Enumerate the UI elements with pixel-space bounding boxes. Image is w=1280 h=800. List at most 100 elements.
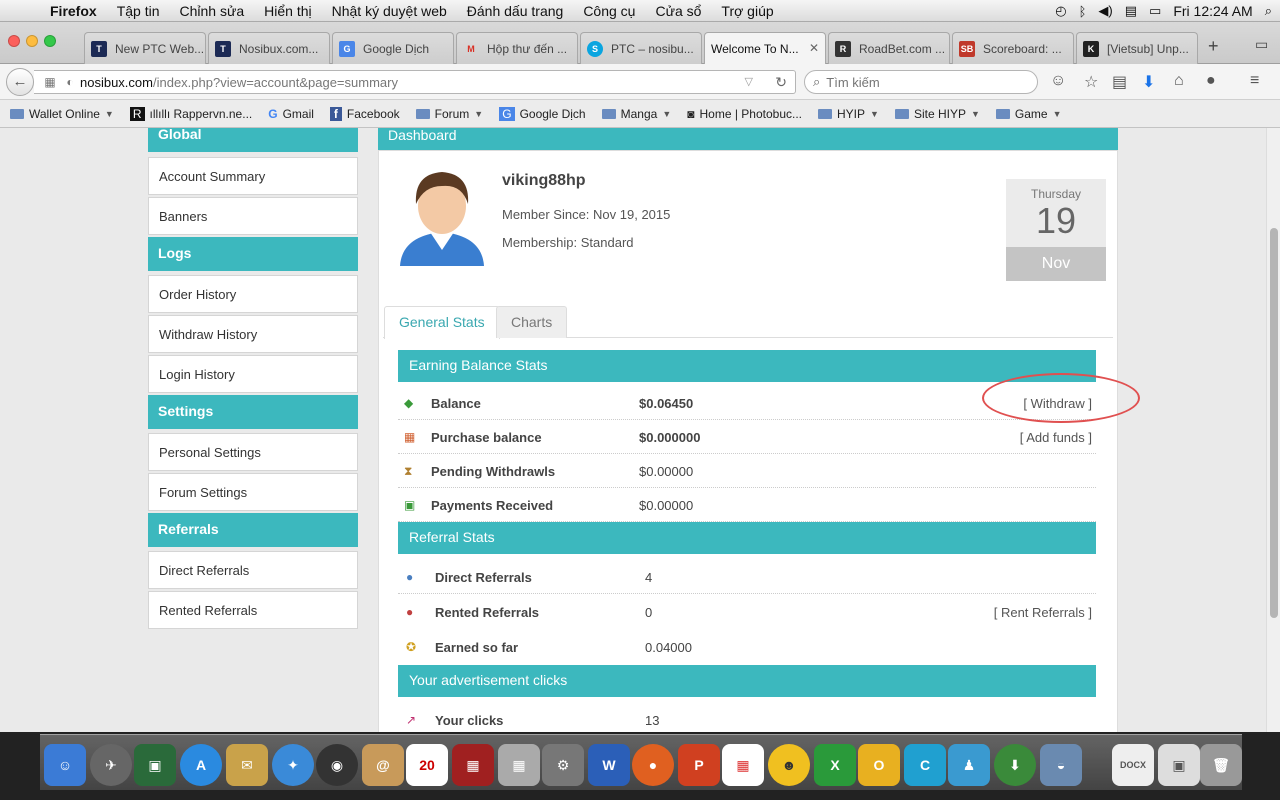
url-bar[interactable]: ▦ ◐ nosibux.com/index.php?view=account&p… [34, 70, 796, 94]
photo-theater-icon[interactable]: ▦ [452, 744, 494, 786]
site-identity-globe-icon[interactable]: ◐ [60, 75, 80, 89]
calculator-icon[interactable]: ▦ [498, 744, 540, 786]
list-all-tabs-icon[interactable]: ▭ [1255, 36, 1268, 53]
word-icon[interactable]: W [588, 744, 630, 786]
back-arrow-icon[interactable]: ← [6, 68, 34, 96]
url-text[interactable]: nosibux.com/index.php?view=account&page=… [80, 75, 398, 90]
menu-bookmarks[interactable]: Đánh dấu trang [457, 3, 574, 19]
browser-tab[interactable]: R RoadBet.com ... [828, 32, 950, 64]
browser-tab[interactable]: M Hộp thư đến ... [456, 32, 578, 64]
time-machine-icon[interactable]: ◴ [1055, 3, 1066, 19]
menu-file[interactable]: Tập tin [107, 3, 170, 19]
sidebar-item-forum-settings[interactable]: Forum Settings [148, 473, 358, 511]
close-window-icon[interactable] [8, 35, 20, 47]
sidebar-item-login-history[interactable]: Login History [148, 355, 358, 393]
bookmark-folder-wallet-online[interactable]: Wallet Online ▼ [10, 107, 114, 121]
addon-emoji-icon[interactable]: ☺ [1050, 72, 1066, 90]
tab-groups-icon[interactable]: ▦ [40, 75, 60, 89]
excel-icon[interactable]: X [814, 744, 856, 786]
search-box[interactable]: ⌕ [804, 70, 1038, 94]
browser-tab[interactable]: G Google Dịch [332, 32, 454, 64]
finder-icon[interactable]: ☺ [44, 744, 86, 786]
sidebar-item-rented-referrals[interactable]: Rented Referrals [148, 591, 358, 629]
bluetooth-icon[interactable]: ᛒ [1079, 4, 1087, 19]
download-arrow-icon[interactable]: ⬇ [1142, 72, 1155, 92]
tab-charts[interactable]: Charts [496, 306, 568, 338]
add-funds-link[interactable]: [ Add funds ] [1020, 430, 1092, 445]
reload-icon[interactable]: ↻ [775, 74, 787, 91]
photo-booth-icon[interactable]: ▣ [134, 744, 176, 786]
launchpad-icon[interactable]: ✈ [90, 744, 132, 786]
volume-icon[interactable]: ◀) [1098, 3, 1112, 19]
browser-tab[interactable]: SB Scoreboard: ... [952, 32, 1074, 64]
bookmark-folder-hyip[interactable]: HYIP ▼ [818, 107, 879, 121]
bookmark-gmail[interactable]: G Gmail [268, 107, 314, 121]
menu-help[interactable]: Trợ giúp [711, 3, 783, 19]
bookmark-folder-forum[interactable]: Forum ▼ [415, 107, 483, 121]
trash-icon[interactable]: 🗑 [1200, 744, 1242, 786]
rent-referrals-link[interactable]: [ Rent Referrals ] [994, 605, 1092, 620]
menu-app-firefox[interactable]: Firefox [44, 3, 107, 19]
flag-us-icon[interactable]: ▤ [1125, 3, 1137, 19]
chat-bubble-icon[interactable]: ● [1206, 72, 1216, 90]
page-scrollbar[interactable] [1266, 128, 1280, 732]
menu-edit[interactable]: Chỉnh sửa [170, 3, 255, 19]
downloader-icon[interactable]: ⬇ [994, 744, 1036, 786]
yahoo-messenger-icon[interactable]: ☻ [768, 744, 810, 786]
zoom-window-icon[interactable] [44, 35, 56, 47]
bookmark-folder-manga[interactable]: Manga ▼ [601, 107, 671, 121]
mail-stamp-icon[interactable]: ✉ [226, 744, 268, 786]
reading-list-icon[interactable]: ▤ [1112, 72, 1127, 92]
outlook-icon[interactable]: O [858, 744, 900, 786]
powerpoint-icon[interactable]: P [678, 744, 720, 786]
menu-view[interactable]: Hiển thị [254, 3, 321, 19]
chrome-apps-icon[interactable]: ▦ [722, 744, 764, 786]
calendar-icon[interactable]: 20 [406, 744, 448, 786]
facetime-camera-icon[interactable]: ◉ [316, 744, 358, 786]
close-tab-icon[interactable]: ✕ [809, 41, 819, 55]
new-tab-plus-icon[interactable]: + [1208, 36, 1219, 57]
bookmark-google-translate[interactable]: G Google Dịch [499, 106, 586, 121]
menu-history[interactable]: Nhật ký duyệt web [322, 3, 457, 19]
contacts-icon[interactable]: @ [362, 744, 404, 786]
sidebar-item-personal-settings[interactable]: Personal Settings [148, 433, 358, 471]
browser-tab[interactable]: K [Vietsub] Unp... [1076, 32, 1198, 64]
url-history-dropdown-icon[interactable]: ▽ [745, 75, 753, 88]
battery-icon[interactable]: ▭ [1149, 3, 1161, 19]
menu-window[interactable]: Cửa sổ [645, 3, 711, 19]
browser-tab[interactable]: S PTC – nosibu... [580, 32, 702, 64]
system-preferences-icon[interactable]: ⚙ [542, 744, 584, 786]
photo-file-icon[interactable]: ▣ [1158, 744, 1200, 786]
home-icon[interactable]: ⌂ [1174, 72, 1184, 90]
menu-tools[interactable]: Công cụ [573, 3, 645, 19]
app-store-icon[interactable]: A [180, 744, 222, 786]
bookmark-folder-site-hiyp[interactable]: Site HIYP ▼ [894, 107, 980, 121]
sidebar-item-banners[interactable]: Banners [148, 197, 358, 235]
bookmark-facebook[interactable]: f Facebook [329, 106, 400, 121]
satellite-dish-icon[interactable]: ◒ [1040, 744, 1082, 786]
browser-tab[interactable]: T Nosibux.com... [208, 32, 330, 64]
search-input[interactable] [826, 74, 1017, 90]
sidebar-item-withdraw-history[interactable]: Withdraw History [148, 315, 358, 353]
browser-tab[interactable]: T New PTC Web... [84, 32, 206, 64]
messenger-people-icon[interactable]: ♟ [948, 744, 990, 786]
bookmark-photobucket[interactable]: ◙ Home | Photobuc... [687, 107, 802, 121]
bookmark-rappervn[interactable]: Rıllıllı Rappervn.ne... [129, 106, 252, 121]
docx-file-icon[interactable]: DOCX [1112, 744, 1154, 786]
scrollbar-thumb[interactable] [1270, 228, 1278, 618]
safari-icon[interactable]: ✦ [272, 744, 314, 786]
minimize-window-icon[interactable] [26, 35, 38, 47]
menubar-clock[interactable]: Fri 12:24 AM [1173, 3, 1252, 19]
bookmark-star-icon[interactable]: ☆ [1084, 72, 1098, 92]
sidebar-item-order-history[interactable]: Order History [148, 275, 358, 313]
tab-general-stats[interactable]: General Stats [384, 306, 500, 339]
sidebar-item-account-summary[interactable]: Account Summary [148, 157, 358, 195]
ccleaner-icon[interactable]: C [904, 744, 946, 786]
browser-tab-active[interactable]: Welcome To N... ✕ [704, 32, 826, 65]
spotlight-icon[interactable]: ⌕ [1265, 3, 1272, 19]
url-path: /index.php?view=account&page=summary [152, 74, 398, 90]
bookmark-folder-game[interactable]: Game ▼ [995, 107, 1062, 121]
sidebar-item-direct-referrals[interactable]: Direct Referrals [148, 551, 358, 589]
hamburger-menu-icon[interactable]: ≡ [1250, 72, 1259, 90]
firefox-icon[interactable]: ● [632, 744, 674, 786]
